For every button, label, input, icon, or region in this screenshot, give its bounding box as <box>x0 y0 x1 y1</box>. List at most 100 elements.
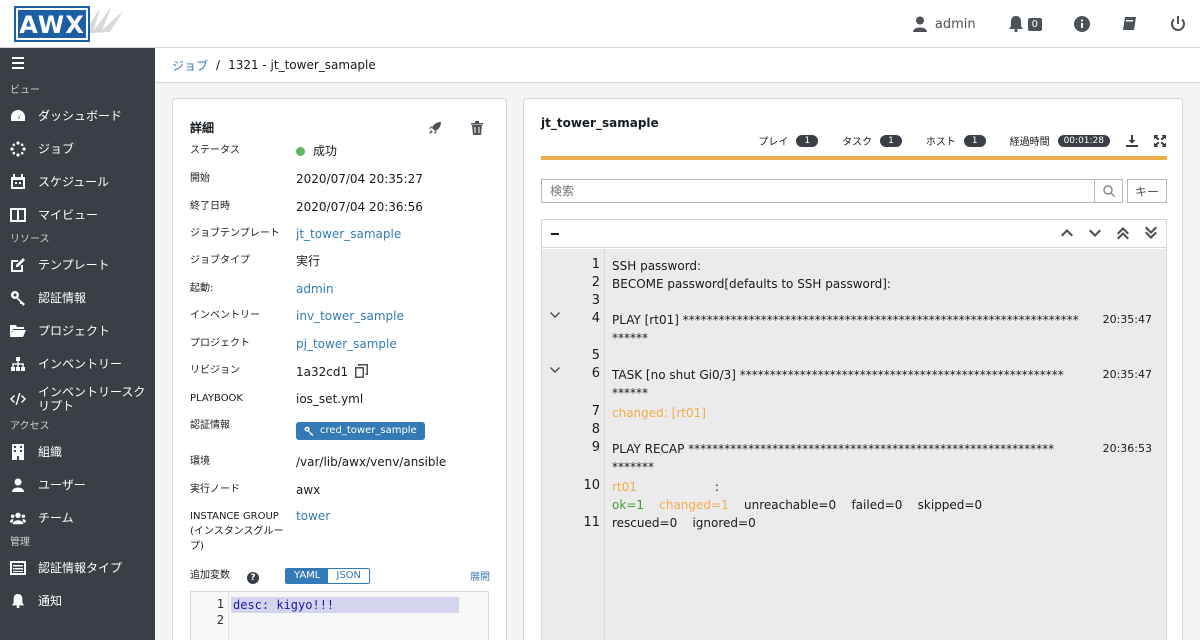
success-status-icon <box>296 147 305 156</box>
delete-trash-icon[interactable] <box>471 121 483 135</box>
line-number: 9 <box>591 440 600 455</box>
sidebar-item-users[interactable]: ユーザー <box>0 468 155 501</box>
sidebar-item-my-view[interactable]: マイビュー <box>0 198 155 231</box>
log-gutter-divider <box>604 249 605 640</box>
log-line-text: PLAY [rt01] ****************************… <box>612 313 1079 327</box>
about-button[interactable] <box>1074 16 1090 32</box>
sidebar-item-label: 通知 <box>38 594 63 608</box>
sidebar-item-inventories[interactable]: インベントリー <box>0 347 155 380</box>
sidebar-item-credentials[interactable]: 認証情報 <box>0 281 155 314</box>
calendar-icon <box>10 173 26 190</box>
search-input[interactable] <box>541 179 1095 203</box>
menu-toggle-button[interactable] <box>0 48 155 82</box>
recap-skipped: skipped=0 <box>917 498 983 512</box>
log-line: BECOME password[defaults to SSH password… <box>612 277 891 291</box>
output-title: jt_tower_samaple <box>541 116 659 130</box>
info-icon <box>1074 16 1090 32</box>
chevron-up-icon[interactable] <box>1060 226 1074 240</box>
sidebar-item-label: ジョブ <box>38 142 75 156</box>
sidebar-item-label: インベントリースク リプト <box>38 385 146 413</box>
job-output-panel: jt_tower_samaple プレイ 1 タスク 1 ホスト 1 経過時間 … <box>523 98 1183 640</box>
sidebar-item-notifications[interactable]: 通知 <box>0 584 155 617</box>
editor-line-number: 2 <box>216 613 224 627</box>
sitemap-icon <box>10 356 26 372</box>
execution-node-value: awx <box>296 483 321 497</box>
log-line-text: PLAY RECAP *****************************… <box>612 442 1055 456</box>
dashboard-icon <box>10 108 26 124</box>
fullscreen-icon[interactable] <box>1154 134 1166 147</box>
recap-ok: ok=1 <box>612 498 644 512</box>
relaunch-rocket-icon[interactable] <box>428 121 442 135</box>
line-number: 3 <box>591 293 600 308</box>
job-template-link[interactable]: jt_tower_samaple <box>296 227 401 241</box>
list-alt-icon <box>10 560 26 576</box>
sidebar-item-label: 組織 <box>38 445 63 459</box>
collapse-all-button[interactable] <box>551 233 559 235</box>
sidebar-item-label: ダッシュボード <box>38 109 123 123</box>
download-icon[interactable] <box>1126 134 1138 147</box>
notification-count: 0 <box>1027 17 1042 31</box>
log-line-text: TASK [no shut Gi0/3] *******************… <box>612 368 1064 382</box>
line-number: 8 <box>591 422 600 437</box>
sidebar-item-label: マイビュー <box>38 208 99 222</box>
sidebar-item-schedules[interactable]: スケジュール <box>0 165 155 198</box>
elapsed-label: 経過時間 <box>1009 137 1050 148</box>
user-menu[interactable]: admin <box>912 16 976 32</box>
sidebar-item-templates[interactable]: テンプレート <box>0 248 155 281</box>
breadcrumb-separator: / <box>216 58 221 72</box>
sidebar-item-inventory-scripts[interactable]: インベントリースク リプト <box>0 380 155 418</box>
log-line: PLAY [rt01] ****************************… <box>612 311 1092 347</box>
credential-value: cred_tower_sample <box>296 422 425 440</box>
revision-value: 1a32cd1 <box>296 364 368 379</box>
status-text: 成功 <box>313 144 338 158</box>
double-chevron-up-icon[interactable] <box>1116 226 1130 240</box>
sidebar-item-jobs[interactable]: ジョブ <box>0 132 155 165</box>
credential-chip[interactable]: cred_tower_sample <box>296 422 425 440</box>
breadcrumb-jobs-link[interactable]: ジョブ <box>172 57 208 74</box>
extra-vars-editor[interactable]: 1 2 desc: kigyo!!! <box>190 591 489 640</box>
sidebar-item-label: スケジュール <box>38 175 110 189</box>
double-chevron-down-icon[interactable] <box>1144 226 1158 240</box>
edit-icon <box>10 257 26 273</box>
expand-link[interactable]: 展開 <box>470 568 490 583</box>
sidebar-item-credential-types[interactable]: 認証情報タイプ <box>0 551 155 584</box>
log-line: changed: [rt01] <box>612 406 706 420</box>
key-button[interactable]: キー <box>1127 179 1167 203</box>
line-number: 7 <box>591 404 600 419</box>
recap-ignored: ignored=0 <box>692 516 756 530</box>
sidebar-item-organizations[interactable]: 組織 <box>0 435 155 468</box>
tasks-label: タスク <box>842 137 873 148</box>
sidebar-item-projects[interactable]: プロジェクト <box>0 314 155 347</box>
log-line: rt01: ok=1 changed=1 unreachable=0 faile… <box>612 478 1092 532</box>
extra-vars-help-icon[interactable]: ? <box>247 569 259 584</box>
user-icon <box>10 477 26 493</box>
yaml-toggle-button[interactable]: YAML <box>286 569 329 583</box>
copy-icon[interactable] <box>354 364 368 378</box>
recap-host: rt01 <box>612 480 637 494</box>
project-link[interactable]: pj_tower_sample <box>296 337 397 351</box>
inventory-link[interactable]: inv_tower_sample <box>296 309 404 323</box>
sidebar-item-label: インベントリー <box>38 357 123 371</box>
instance-group-link[interactable]: tower <box>296 509 330 523</box>
docs-button[interactable] <box>1122 16 1138 32</box>
sidebar-item-dashboard[interactable]: ダッシュボード <box>0 99 155 132</box>
chevron-down-icon[interactable] <box>1088 226 1102 240</box>
log-timestamp: 20:35:47 <box>1102 368 1152 381</box>
collapse-play-icon[interactable] <box>550 309 560 324</box>
notifications-button[interactable]: 0 <box>1008 16 1042 32</box>
sidebar-item-teams[interactable]: チーム <box>0 501 155 534</box>
collapse-task-icon[interactable] <box>550 364 560 379</box>
json-toggle-button[interactable]: JSON <box>328 569 370 583</box>
search-button[interactable] <box>1095 179 1123 203</box>
environment-label: 環境 <box>190 456 210 467</box>
logout-button[interactable] <box>1170 16 1186 32</box>
extra-vars-label: 追加変数 <box>190 570 230 581</box>
plays-label: プレイ <box>758 137 789 148</box>
format-toggle: YAML JSON <box>285 568 371 584</box>
details-title: 詳細 <box>190 121 215 135</box>
log-line-wrap: ****** <box>612 331 648 345</box>
breadcrumb-current: 1321 - jt_tower_samaple <box>228 58 376 72</box>
log-viewer: 1 SSH password: 2 BECOME password[defaul… <box>541 219 1167 640</box>
awx-logo[interactable]: AWX <box>8 4 124 46</box>
launched-by-link[interactable]: admin <box>296 282 334 296</box>
